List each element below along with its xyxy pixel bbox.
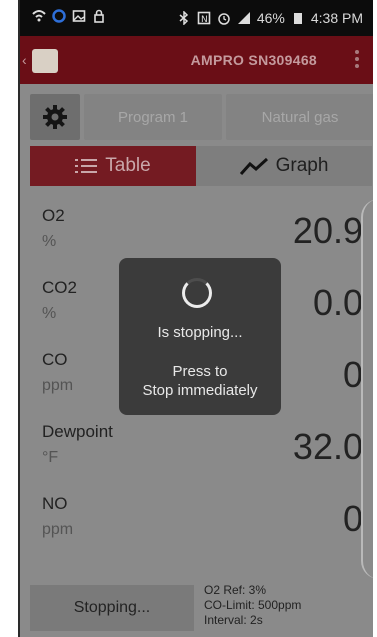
status-left-icons [32, 9, 106, 23]
device-title: AMPRO SN309468 [190, 52, 317, 68]
view-tabs: Table Graph [30, 146, 372, 186]
scroll-edge-indicator [361, 199, 373, 579]
dialog-press-text[interactable]: Press to [119, 363, 281, 380]
tab-graph[interactable]: Graph [196, 146, 372, 186]
bottom-bar: Stopping... O2 Ref: 3% CO-Limit: 500ppm … [20, 581, 373, 637]
tab-table[interactable]: Table [30, 146, 196, 186]
reading-name: O2 [42, 206, 65, 225]
back-chevron-icon[interactable]: ‹ [22, 52, 27, 68]
reading-name: CO2 [42, 278, 77, 297]
image-icon [72, 10, 86, 22]
measurement-info: O2 Ref: 3% CO-Limit: 500ppm Interval: 2s [204, 583, 301, 628]
o2-ref-text: O2 Ref: 3% [204, 583, 267, 597]
reading-value: 20.9 [292, 210, 363, 251]
status-bar: N 46% 4:38 PM [20, 0, 373, 36]
nfc-icon: N [197, 11, 211, 25]
reading-name: NO [42, 494, 68, 513]
battery-percent: 46% [256, 10, 285, 26]
interval-text: Interval: 2s [204, 613, 263, 627]
reading-value: 32.0 [292, 426, 363, 467]
app-bar: ‹ AMPRO SN309468 [20, 36, 373, 84]
reading-value: 0.0 [312, 282, 363, 323]
reading-unit: ppm [42, 521, 74, 538]
reading-value: 0 [342, 498, 363, 539]
reading-unit: ppm [42, 377, 74, 394]
overflow-menu-icon[interactable] [355, 50, 359, 71]
signal-icon [237, 12, 250, 24]
reading-value: 0 [342, 354, 363, 395]
svg-text:N: N [201, 15, 208, 25]
reading-unit: % [42, 305, 57, 322]
trend-line-icon [239, 157, 268, 176]
dialog-message: Is stopping... [157, 324, 243, 341]
clock: 4:38 PM [310, 10, 363, 26]
status-right-icons: N 46% 4:38 PM [177, 10, 363, 26]
fuel-type-button[interactable]: Natural gas [226, 94, 373, 140]
settings-button[interactable] [30, 94, 80, 140]
sync-icon [52, 9, 66, 23]
program-select-button[interactable]: Program 1 [84, 94, 222, 140]
reading-unit: % [42, 233, 57, 250]
app-logo[interactable] [32, 49, 58, 73]
tab-graph-label: Graph [275, 155, 329, 176]
wifi-calling-icon [32, 10, 46, 22]
list-icon [75, 159, 98, 173]
stopping-dialog[interactable]: Is stopping... Press to Stop immediately [119, 258, 281, 415]
co-limit-text: CO-Limit: 500ppm [204, 598, 302, 612]
alarm-icon [218, 13, 230, 25]
gear-icon [43, 105, 67, 129]
battery-icon [293, 13, 302, 24]
list-item: Dewpoint °F 32.0 [20, 412, 373, 484]
lock-icon [94, 9, 104, 23]
reading-name: CO [42, 350, 68, 369]
reading-name: Dewpoint [42, 422, 113, 441]
tab-table-label: Table [105, 155, 151, 176]
stop-button[interactable]: Stopping... [30, 585, 194, 631]
toolbar: Program 1 Natural gas [30, 94, 373, 140]
reading-unit: °F [42, 449, 59, 466]
bluetooth-icon [179, 11, 188, 25]
stop-immediately-link[interactable]: Stop immediately [119, 382, 281, 399]
loading-spinner-icon [182, 278, 212, 308]
list-item: NO ppm 0 [20, 484, 373, 556]
